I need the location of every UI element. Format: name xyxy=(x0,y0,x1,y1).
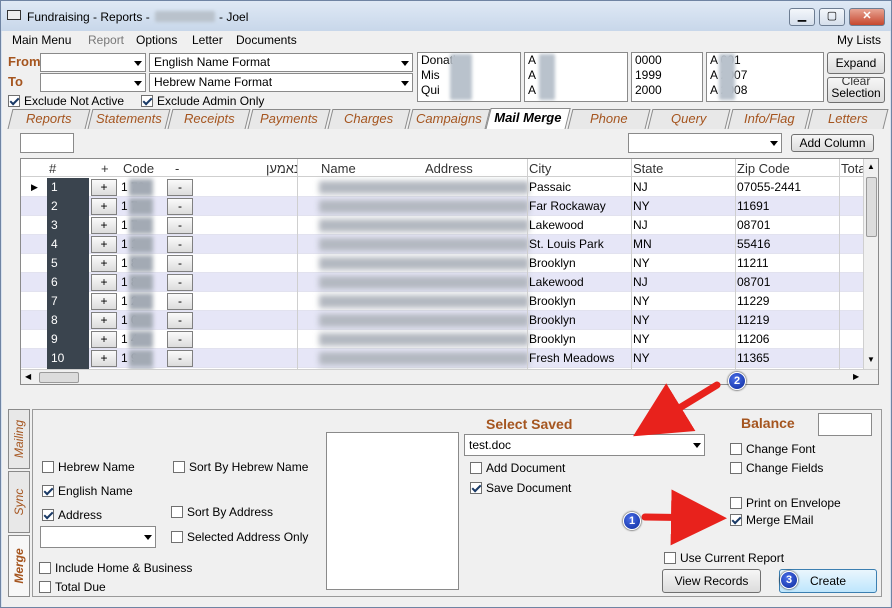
annotation-arrow-1 xyxy=(641,489,727,546)
app-window: Fundraising - Reports - - Joel ▁ ▢ ✕ Mai… xyxy=(0,0,892,608)
annotation-arrow-2 xyxy=(633,381,721,437)
annotation-badge-2: 2 xyxy=(728,372,746,390)
annotation-badge-1: 1 xyxy=(623,512,641,530)
annotation-badge-3: 3 xyxy=(780,571,798,589)
annotation-overlay xyxy=(633,381,727,546)
